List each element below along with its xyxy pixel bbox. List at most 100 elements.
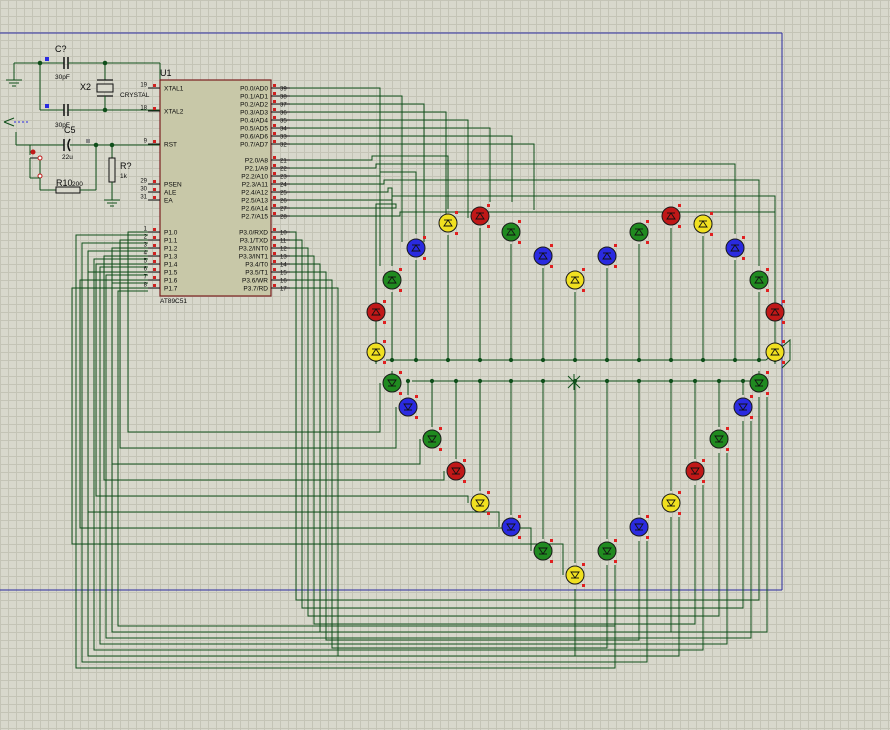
pin-label: P2.6/A14	[241, 206, 268, 213]
pin-label: P1.3	[164, 254, 178, 261]
pin-number: 33	[280, 135, 287, 141]
led-blue-10[interactable]	[597, 244, 617, 268]
pin-label: P0.4/AD4	[240, 118, 268, 125]
mcu-pin-p3-6-wr[interactable]: 16 P3.6/WR	[242, 276, 290, 285]
mcu-pin-p2-5-a13[interactable]: 26 P2.5/A13	[241, 196, 290, 205]
pin-number: 29	[140, 179, 147, 185]
r1-value: 1k	[120, 173, 128, 180]
c1-ref: C?	[55, 44, 67, 54]
pin-label: P0.0/AD0	[240, 86, 268, 93]
capacitor-c4[interactable]	[63, 104, 69, 116]
led-yellow-2[interactable]	[366, 340, 386, 364]
pin-label: P3.7/RD	[243, 286, 268, 293]
mcu-pin-p2-0-a8[interactable]: 21 P2.0/A8	[245, 156, 290, 165]
c5-value: 22u	[62, 154, 73, 161]
led-red-21[interactable]	[446, 459, 466, 483]
mcu-pin-p0-2-ad2[interactable]: 37 P0.2/AD2	[240, 100, 290, 109]
led-red-1[interactable]	[366, 300, 386, 324]
led-blue-14[interactable]	[725, 236, 745, 260]
pin-number: 13	[280, 255, 287, 261]
pin-number: 24	[280, 183, 287, 189]
led-blue-23[interactable]	[501, 515, 521, 539]
pin-label: P2.0/A8	[245, 158, 269, 165]
pin-label: XTAL2	[164, 109, 184, 116]
pin-label: ALE	[164, 190, 177, 197]
pin-label: RST	[164, 142, 177, 149]
mcu-pin-p3-7-rd[interactable]: 17 P3.7/RD	[243, 284, 290, 293]
led-yellow-28[interactable]	[661, 491, 681, 515]
mcu-pin-p3-1-txd[interactable]: 11 P3.1/TXD	[240, 236, 290, 245]
mcu-pin-p2-3-a11[interactable]: 24 P2.3/A11	[242, 180, 290, 189]
pin-number: 25	[280, 191, 287, 197]
schematic-canvas[interactable]: C? 30pF 30pF X2 CRYSTAL C5 22u R? 1k R10…	[0, 0, 890, 730]
mcu-pin-p2-4-a12[interactable]: 25 P2.4/A12	[241, 188, 290, 197]
pin-label: P1.0	[164, 230, 178, 237]
x2-value: CRYSTAL	[120, 92, 150, 99]
led-green-20[interactable]	[422, 427, 442, 451]
mcu-pin-p2-2-a10[interactable]: 23 P2.2/A10	[241, 172, 290, 181]
mcu-pin-p0-7-ad7[interactable]: 32 P0.7/AD7	[240, 140, 290, 149]
pin-label: P0.3/AD3	[240, 110, 268, 117]
led-blue-8[interactable]	[533, 244, 553, 268]
mcu-pin-p0-4-ad4[interactable]: 35 P0.4/AD4	[240, 116, 290, 125]
mcu-pin-p0-6-ad6[interactable]: 33 P0.6/AD6	[240, 132, 290, 141]
led-blue-27[interactable]	[629, 515, 649, 539]
resistor-r1[interactable]	[108, 157, 116, 183]
pin-number: 17	[280, 287, 287, 293]
mcu-pin-p0-1-ad1[interactable]: 38 P0.1/AD1	[240, 92, 290, 101]
pin-label: P0.2/AD2	[240, 102, 268, 109]
led-blue-31[interactable]	[733, 395, 753, 419]
pin-number: 32	[280, 143, 287, 149]
led-yellow-5[interactable]	[438, 211, 458, 235]
mcu-pin-p2-6-a14[interactable]: 27 P2.6/A14	[241, 204, 290, 213]
led-green-3[interactable]	[382, 268, 402, 292]
led-green-7[interactable]	[501, 220, 521, 244]
led-red-6[interactable]	[470, 204, 490, 228]
pin-label: P2.1/A9	[245, 166, 269, 173]
c1-value: 30pF	[55, 74, 70, 81]
microcontroller-u1[interactable]: U1 AT89C51 19 XTAL1 18 XTAL2 9 RST 29 PSEN 30 ALE…	[140, 68, 290, 305]
led-yellow-9[interactable]	[565, 268, 585, 292]
led-heart	[366, 204, 785, 587]
led-green-11[interactable]	[629, 220, 649, 244]
led-green-32[interactable]	[749, 371, 769, 395]
reset-button[interactable]	[29, 145, 43, 179]
r10-value: 200	[72, 181, 83, 188]
led-green-24[interactable]	[533, 539, 553, 563]
mcu-pin-p3-3-int1[interactable]: 13 P3.3/INT1	[239, 252, 290, 261]
led-yellow-13[interactable]	[693, 212, 713, 236]
led-blue-19[interactable]	[398, 395, 418, 419]
mcu-pin-p2-7-a15[interactable]: 28 P2.7/A15	[241, 212, 290, 221]
mcu-pin-p3-2-int0[interactable]: 12 P3.2/INT0	[239, 244, 290, 253]
pin-label: PSEN	[164, 182, 182, 189]
pin-label: P3.5/T1	[245, 270, 268, 277]
pin-label: P1.4	[164, 262, 178, 269]
pin-label: P0.1/AD1	[240, 94, 268, 101]
led-yellow-22[interactable]	[470, 491, 490, 515]
capacitor-c5[interactable]	[63, 138, 71, 152]
mcu-ref: U1	[160, 68, 172, 78]
cursor-marker	[567, 374, 581, 390]
pin-number: 39	[280, 87, 287, 93]
pin-number: 30	[140, 187, 147, 193]
mcu-pin-p3-4-t0[interactable]: 14 P3.4/T0	[245, 260, 290, 269]
pin-number: 11	[280, 239, 287, 245]
led-green-15[interactable]	[749, 268, 769, 292]
led-red-12[interactable]	[661, 204, 681, 228]
mcu-pin-p3-0-rxd[interactable]: 10 P3.0/RXD	[239, 228, 290, 237]
led-green-30[interactable]	[709, 427, 729, 451]
led-green-18[interactable]	[382, 371, 402, 395]
mcu-pin-p0-5-ad5[interactable]: 34 P0.5/AD5	[240, 124, 290, 133]
mcu-pin-p2-1-a9[interactable]: 22 P2.1/A9	[245, 164, 290, 173]
mcu-pin-p0-3-ad3[interactable]: 36 P0.3/AD3	[240, 108, 290, 117]
crystal-x2[interactable]	[96, 63, 114, 110]
pin-label: P3.3/INT1	[239, 254, 269, 261]
mcu-pin-p3-5-t1[interactable]: 15 P3.5/T1	[245, 268, 290, 277]
led-red-29[interactable]	[685, 459, 705, 483]
led-blue-4[interactable]	[406, 236, 426, 260]
led-green-26[interactable]	[597, 539, 617, 563]
capacitor-c1[interactable]	[63, 57, 69, 69]
mcu-pin-p0-0-ad0[interactable]: 39 P0.0/AD0	[240, 84, 290, 93]
pin-label: P2.2/A10	[241, 174, 268, 181]
led-yellow-25[interactable]	[565, 563, 585, 587]
